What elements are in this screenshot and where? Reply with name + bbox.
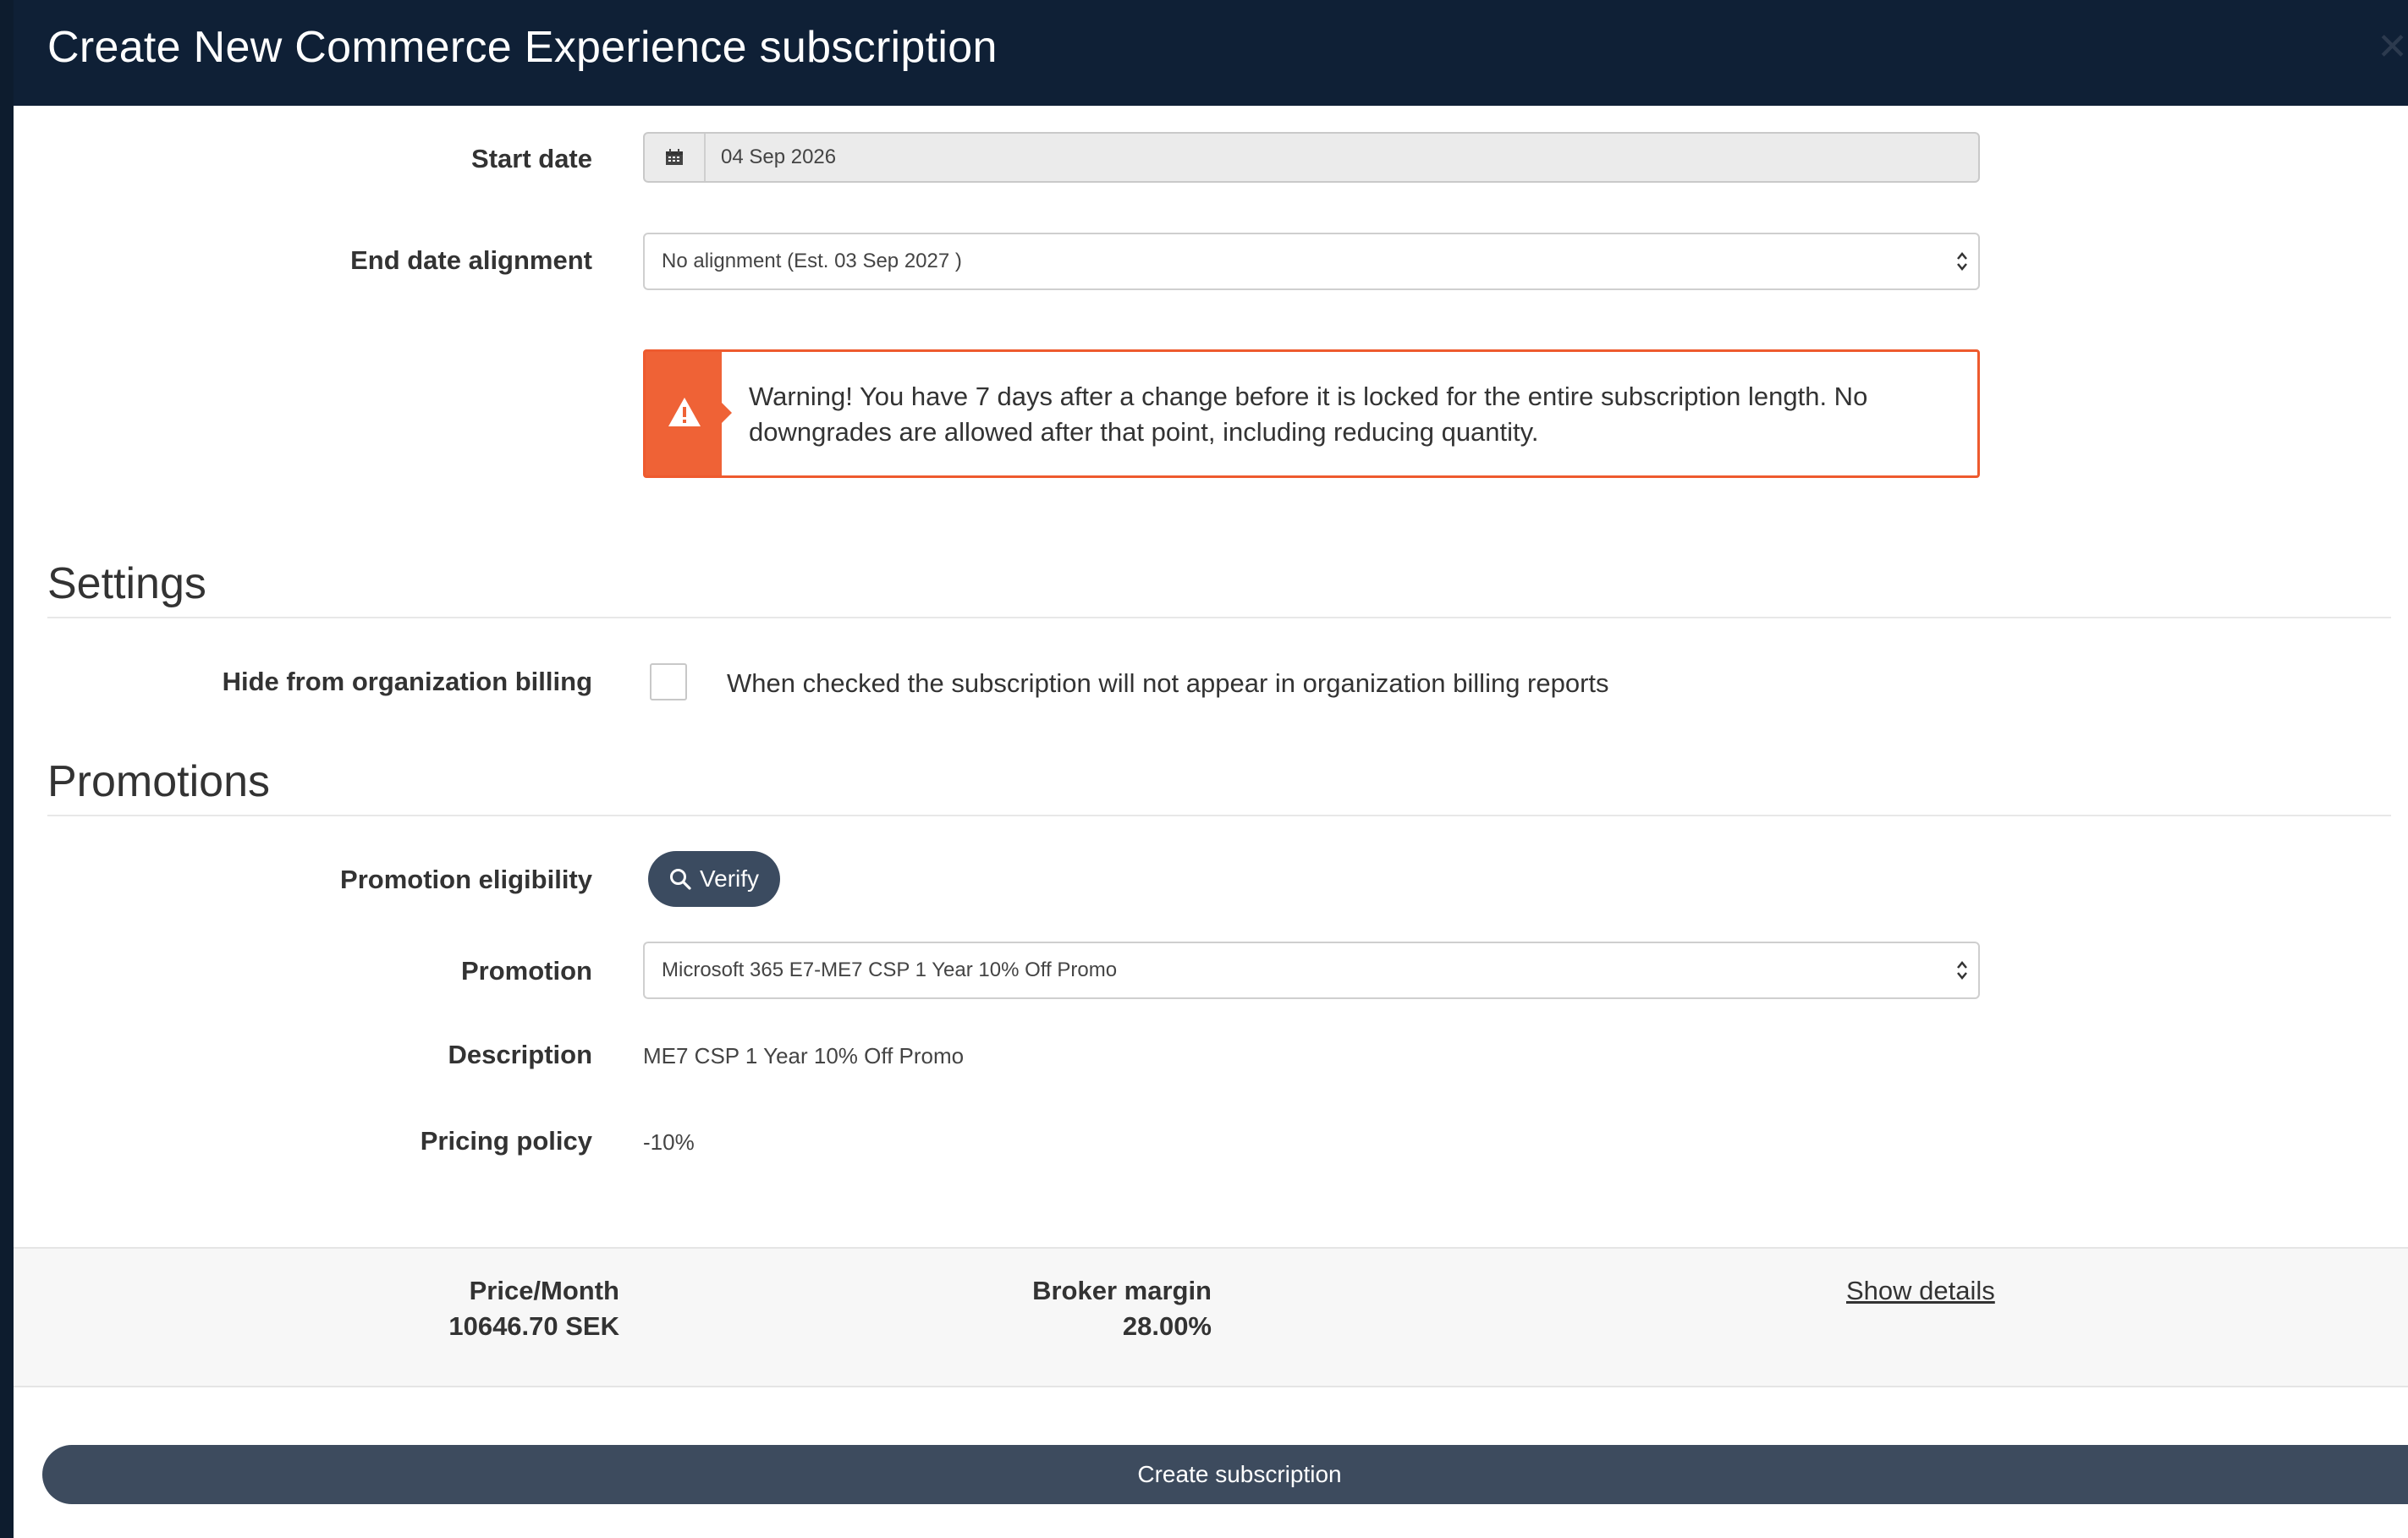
warning-text: Warning! You have 7 days after a change … bbox=[749, 382, 1868, 447]
close-icon[interactable]: ✕ bbox=[2377, 25, 2408, 69]
price-month-value: 10646.70 SEK bbox=[448, 1311, 619, 1341]
modal-title: Create New Commerce Experience subscript… bbox=[47, 23, 998, 72]
verify-button[interactable]: Verify bbox=[648, 851, 780, 907]
search-icon bbox=[669, 869, 691, 890]
promotion-select[interactable]: Microsoft 365 E7-ME7 CSP 1 Year 10% Off … bbox=[643, 942, 1980, 999]
warning-notch bbox=[722, 403, 732, 423]
broker-margin-label: Broker margin bbox=[1032, 1276, 1212, 1305]
settings-divider bbox=[47, 617, 2391, 618]
promotion-label: Promotion bbox=[461, 956, 592, 986]
create-subscription-button[interactable]: Create subscription bbox=[42, 1445, 2408, 1504]
end-date-alignment-select[interactable]: No alignment (Est. 03 Sep 2027 ) bbox=[643, 233, 1980, 290]
promotions-divider bbox=[47, 815, 2391, 816]
hide-billing-description: When checked the subscription will not a… bbox=[727, 668, 1609, 698]
end-date-alignment-label: End date alignment bbox=[350, 245, 592, 275]
promotion-value: Microsoft 365 E7-ME7 CSP 1 Year 10% Off … bbox=[662, 959, 1118, 981]
description-value: ME7 CSP 1 Year 10% Off Promo bbox=[643, 1043, 965, 1068]
warning-alert: Warning! You have 7 days after a change … bbox=[643, 349, 1980, 478]
promotions-heading: Promotions bbox=[47, 757, 270, 806]
modal-header: Create New Commerce Experience subscript… bbox=[14, 0, 2408, 106]
hide-billing-checkbox[interactable] bbox=[650, 663, 687, 700]
promotion-eligibility-label: Promotion eligibility bbox=[340, 865, 592, 894]
end-date-alignment-value: No alignment (Est. 03 Sep 2027 ) bbox=[662, 250, 962, 272]
pricing-policy-value: -10% bbox=[643, 1129, 695, 1155]
calendar-icon bbox=[666, 149, 683, 165]
start-date-field[interactable]: 04 Sep 2026 bbox=[643, 132, 1980, 183]
price-month-label: Price/Month bbox=[469, 1276, 619, 1305]
verify-button-label: Verify bbox=[699, 865, 760, 892]
create-subscription-modal: Create New Commerce Experience subscript… bbox=[14, 0, 2408, 1538]
start-date-value: 04 Sep 2026 bbox=[721, 146, 837, 168]
settings-heading: Settings bbox=[47, 559, 206, 608]
warning-icon bbox=[668, 398, 701, 426]
description-label: Description bbox=[448, 1040, 592, 1069]
calendar-addon[interactable] bbox=[645, 134, 706, 181]
broker-margin-value: 28.00% bbox=[1122, 1311, 1212, 1341]
pricing-policy-label: Pricing policy bbox=[420, 1126, 592, 1156]
start-date-label: Start date bbox=[471, 144, 592, 173]
hide-billing-label: Hide from organization billing bbox=[222, 667, 592, 696]
chevron-updown-icon bbox=[1957, 961, 1967, 980]
chevron-updown-icon bbox=[1957, 252, 1967, 271]
show-details-link[interactable]: Show details bbox=[1846, 1276, 1995, 1306]
